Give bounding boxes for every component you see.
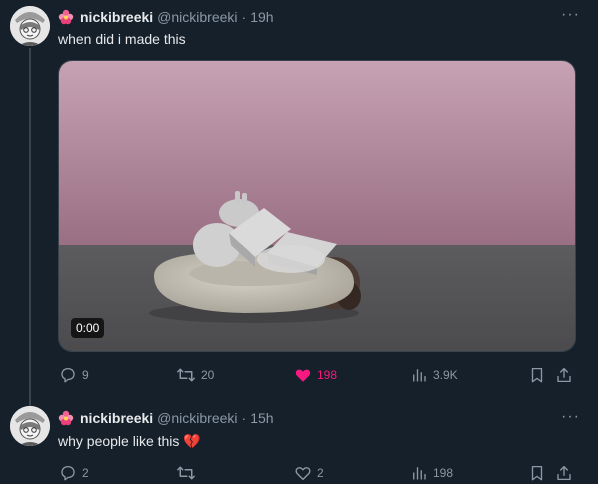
views-button[interactable]: 3.9K (410, 366, 458, 384)
tweet-2[interactable]: nickibreeki @nickibreeki · 15h ··· why p… (0, 400, 598, 481)
video-player[interactable]: 0:00 (58, 60, 576, 352)
reply-icon (61, 367, 75, 383)
repost-button[interactable]: 20 (176, 366, 214, 384)
bookmark-icon (531, 465, 543, 481)
like-count: 2 (317, 466, 324, 480)
reply-button[interactable]: 2 (59, 464, 89, 482)
share-button[interactable] (555, 366, 578, 384)
reply-count: 9 (82, 368, 89, 382)
user-handle[interactable]: @nickibreeki (157, 9, 237, 25)
repost-button[interactable] (176, 464, 201, 482)
views-count: 198 (433, 466, 454, 480)
flower-emoji (58, 410, 74, 426)
tweet-header: nickibreeki @nickibreeki · 19h (58, 9, 274, 25)
reply-button[interactable]: 9 (59, 366, 89, 384)
views-button[interactable]: 198 (410, 464, 453, 482)
more-icon[interactable]: ··· (561, 408, 580, 426)
timestamp[interactable]: 19h (250, 9, 273, 25)
user-handle[interactable]: @nickibreeki (157, 410, 237, 426)
tweet-actions: 9 20 198 3.9K (58, 366, 576, 386)
separator-dot: · (241, 9, 247, 25)
flower-emoji (58, 9, 74, 25)
more-icon[interactable]: ··· (561, 6, 580, 24)
tweet-text: when did i made this (58, 31, 186, 47)
repost-icon (177, 368, 195, 382)
bookmark-button[interactable] (528, 464, 551, 482)
tweet-1[interactable]: nickibreeki @nickibreeki · 19h ··· when … (0, 0, 598, 400)
share-icon (557, 367, 571, 383)
video-duration: 0:00 (71, 318, 105, 338)
avatar[interactable] (10, 406, 50, 446)
views-count: 3.9K (433, 368, 458, 382)
tweet-actions: 2 2 198 (58, 464, 576, 484)
repost-count: 20 (201, 368, 215, 382)
bookmark-button[interactable] (528, 366, 551, 384)
timestamp[interactable]: 15h (250, 410, 273, 426)
share-button[interactable] (555, 464, 578, 482)
tweet-text: why people like this 💔 (58, 433, 201, 449)
like-count: 198 (317, 368, 338, 382)
reply-icon (61, 465, 75, 481)
like-icon (295, 467, 311, 481)
display-name[interactable]: nickibreeki (80, 410, 153, 426)
avatar[interactable] (10, 6, 50, 46)
like-button[interactable]: 2 (294, 464, 324, 482)
bookmark-icon (531, 367, 543, 383)
reply-count: 2 (82, 466, 89, 480)
repost-icon (177, 466, 195, 480)
views-icon (413, 369, 426, 382)
tweet-header: nickibreeki @nickibreeki · 15h (58, 410, 274, 426)
views-icon (413, 467, 426, 480)
share-icon (557, 465, 571, 481)
video-frame (59, 61, 575, 351)
like-button[interactable]: 198 (294, 366, 337, 384)
separator-dot: · (241, 410, 247, 426)
like-icon (295, 369, 311, 382)
display-name[interactable]: nickibreeki (80, 9, 153, 25)
